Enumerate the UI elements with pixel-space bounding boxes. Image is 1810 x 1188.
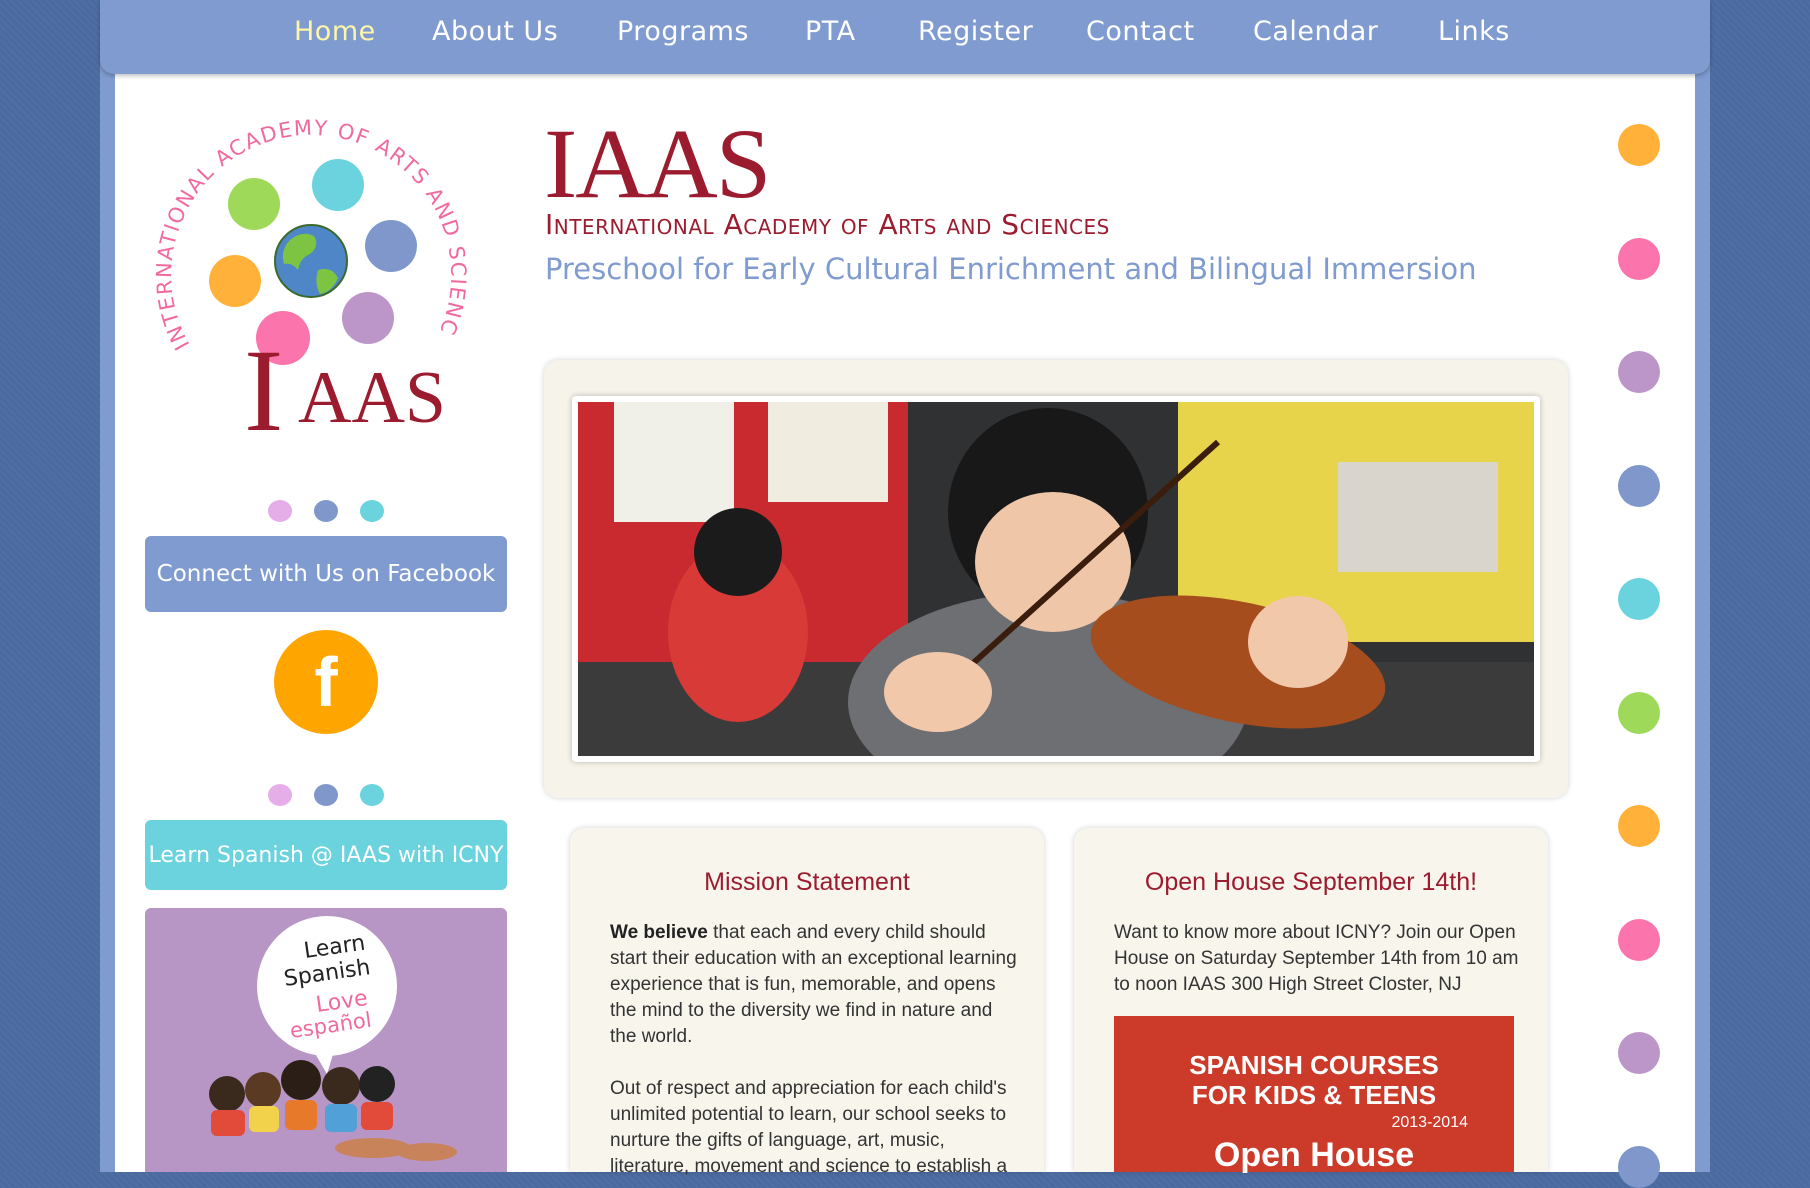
site-brand: IAAS	[544, 108, 771, 219]
teal-side-dot	[1618, 578, 1660, 620]
cartoon-kids-illustration	[209, 1060, 457, 1161]
logo-green-circle	[228, 178, 280, 230]
orange-side-dot	[1618, 805, 1660, 847]
globe-icon	[274, 224, 348, 298]
lilac-dot	[268, 784, 292, 806]
poster-line-1: SPANISH COURSES	[1189, 1050, 1439, 1080]
hero-frame	[572, 396, 1540, 762]
nav-links[interactable]: Links	[1438, 16, 1510, 47]
logo-teal-circle	[312, 159, 364, 211]
blue-side-dot	[1618, 465, 1660, 507]
pink-side-dot	[1618, 238, 1660, 280]
main-nav: Home About Us Programs PTA Register Cont…	[100, 0, 1710, 74]
nav-register[interactable]: Register	[918, 16, 1033, 47]
orange-side-dot	[1618, 124, 1660, 166]
blue-dot	[314, 500, 338, 522]
poster-open-house: Open House	[1213, 1136, 1415, 1174]
learn-spanish-image[interactable]: Learn Spanish Love español	[145, 908, 507, 1172]
school-logo[interactable]: INTERNATIONAL ACADEMY OF ARTS AND SCIENC…	[143, 81, 480, 456]
mission-title: Mission Statement	[704, 868, 910, 896]
teal-dot	[360, 500, 384, 522]
teal-dot	[360, 784, 384, 806]
mission-paragraph-1: We believe that each and every child sho…	[610, 920, 1020, 1050]
purple-side-dot	[1618, 351, 1660, 393]
lilac-dot	[268, 500, 292, 522]
nav-about-us[interactable]: About Us	[432, 16, 558, 47]
poster-line-2: FOR KIDS & TEENS	[1191, 1080, 1437, 1110]
hero-photo-violin-child	[578, 402, 1534, 756]
pink-side-dot	[1618, 919, 1660, 961]
open-house-text: Want to know more about ICNY? Join our O…	[1114, 922, 1519, 995]
logo-blue-circle	[365, 220, 417, 272]
site-tagline: Preschool for Early Cultural Enrichment …	[545, 252, 1477, 286]
logo-letters-aas: AAS	[298, 357, 446, 439]
site-subtitle: International Academy of Arts and Scienc…	[545, 208, 1110, 241]
nav-pta[interactable]: PTA	[805, 16, 856, 47]
open-house-poster[interactable]: SPANISH COURSES FOR KIDS & TEENS 2013-20…	[1114, 1016, 1514, 1174]
green-side-dot	[1618, 692, 1660, 734]
dot-row-2	[268, 784, 388, 808]
open-house-card: Open House September 14th! Want to know …	[1074, 828, 1548, 1174]
poster-years: 2013-2014	[1391, 1114, 1468, 1131]
logo-letter-i: I	[244, 325, 283, 440]
mission-card: Mission Statement We believe that each a…	[570, 828, 1044, 1177]
blue-dot	[314, 784, 338, 806]
purple-side-dot	[1618, 1032, 1660, 1074]
nav-programs[interactable]: Programs	[617, 16, 749, 47]
mission-paragraph-2: Out of respect and appreciation for each…	[610, 1078, 1008, 1177]
nav-contact[interactable]: Contact	[1086, 16, 1195, 47]
mission-lead: We believe	[610, 922, 708, 943]
facebook-banner[interactable]: Connect with Us on Facebook	[145, 536, 507, 612]
nav-calendar[interactable]: Calendar	[1253, 16, 1378, 47]
blue-side-dot	[1618, 1146, 1660, 1188]
learn-spanish-banner[interactable]: Learn Spanish @ IAAS with ICNY	[145, 820, 507, 890]
logo-purple-circle	[342, 292, 394, 344]
facebook-icon[interactable]: f	[274, 630, 378, 734]
logo-orange-circle	[209, 255, 261, 307]
open-house-title: Open House September 14th!	[1144, 868, 1478, 896]
nav-home[interactable]: Home	[294, 16, 376, 47]
dot-row-1	[268, 500, 388, 524]
hero-panel	[544, 360, 1568, 798]
